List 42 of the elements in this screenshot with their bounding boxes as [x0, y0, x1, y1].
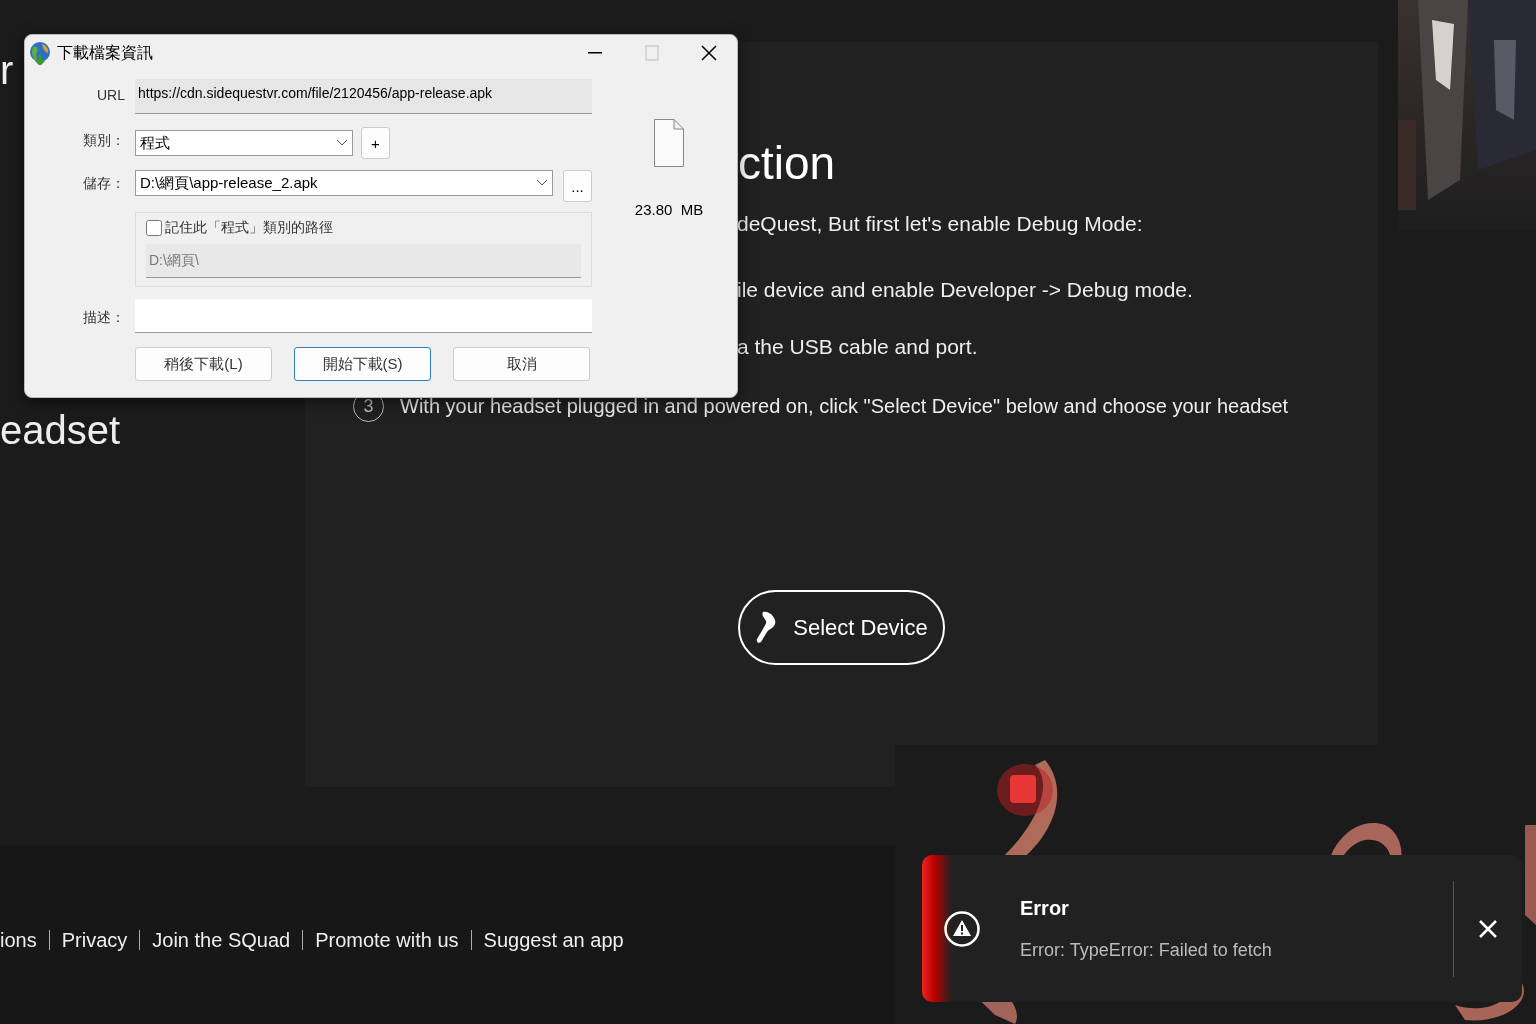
page-text: eadset — [0, 410, 121, 450]
remembered-path-field: D:\網頁\ — [146, 244, 581, 278]
checkbox-label: 記住此「程式」類別的路徑 — [165, 218, 333, 237]
window-title: 下載檔案資訊 — [57, 43, 154, 63]
description-field[interactable] — [135, 299, 592, 333]
toast-title: Error — [1020, 896, 1070, 921]
instruction-text: deQuest, But first let's enable Debug Mode: — [737, 211, 1144, 237]
footer-link[interactable]: ions — [0, 929, 49, 950]
close-icon — [700, 45, 717, 61]
page-text: r — [0, 50, 14, 90]
chevron-icon — [336, 139, 348, 147]
field-label: 類別： — [82, 131, 126, 150]
dialog-button[interactable]: 稍後下載(L) — [135, 347, 272, 381]
footer-link[interactable]: Join the SQuad — [139, 929, 303, 950]
dialog-button[interactable]: 開始下載(S) — [294, 347, 431, 381]
file-size: 23.80 MB — [634, 200, 704, 220]
minimize-icon — [587, 52, 602, 54]
footer-link[interactable]: Promote with us — [302, 929, 471, 950]
browse-button[interactable]: ... — [563, 170, 592, 202]
category-dropdown[interactable]: 程式 — [135, 130, 353, 156]
toast-message: Error: TypeError: Failed to fetch — [1020, 939, 1273, 962]
page-heading: ction — [738, 136, 837, 191]
field-label: URL — [96, 86, 126, 105]
field-label: 儲存： — [82, 174, 126, 193]
dialog-button[interactable]: 取消 — [453, 347, 590, 381]
chevron-icon — [536, 179, 548, 187]
step-text: With your headset plugged in and powered on, click "Select Device" below and choose your headset — [400, 394, 1289, 419]
file-icon — [654, 119, 684, 167]
select-device-button[interactable]: Select Device — [738, 589, 945, 665]
save-path-dropdown[interactable]: D:\網頁\app-release_2.apk — [135, 170, 553, 196]
instruction-text: ile device and enable Developer -> Debug mode. — [737, 276, 1194, 303]
remember-path-checkbox[interactable] — [146, 219, 162, 236]
footer-link[interactable]: Privacy — [48, 929, 140, 950]
maximize-icon — [644, 45, 659, 61]
field-label: 描述： — [82, 308, 126, 327]
footer-link[interactable]: Suggest an app — [470, 929, 636, 950]
instruction-text: a the USB cable and port. — [737, 334, 979, 360]
url-field[interactable]: https://cdn.sidequestvr.com/file/2120456/app-release.apk — [135, 79, 592, 114]
warning-icon — [944, 910, 980, 947]
globe-icon — [28, 41, 52, 65]
add-category-button[interactable]: + — [361, 127, 390, 159]
close-icon — [1478, 918, 1498, 939]
